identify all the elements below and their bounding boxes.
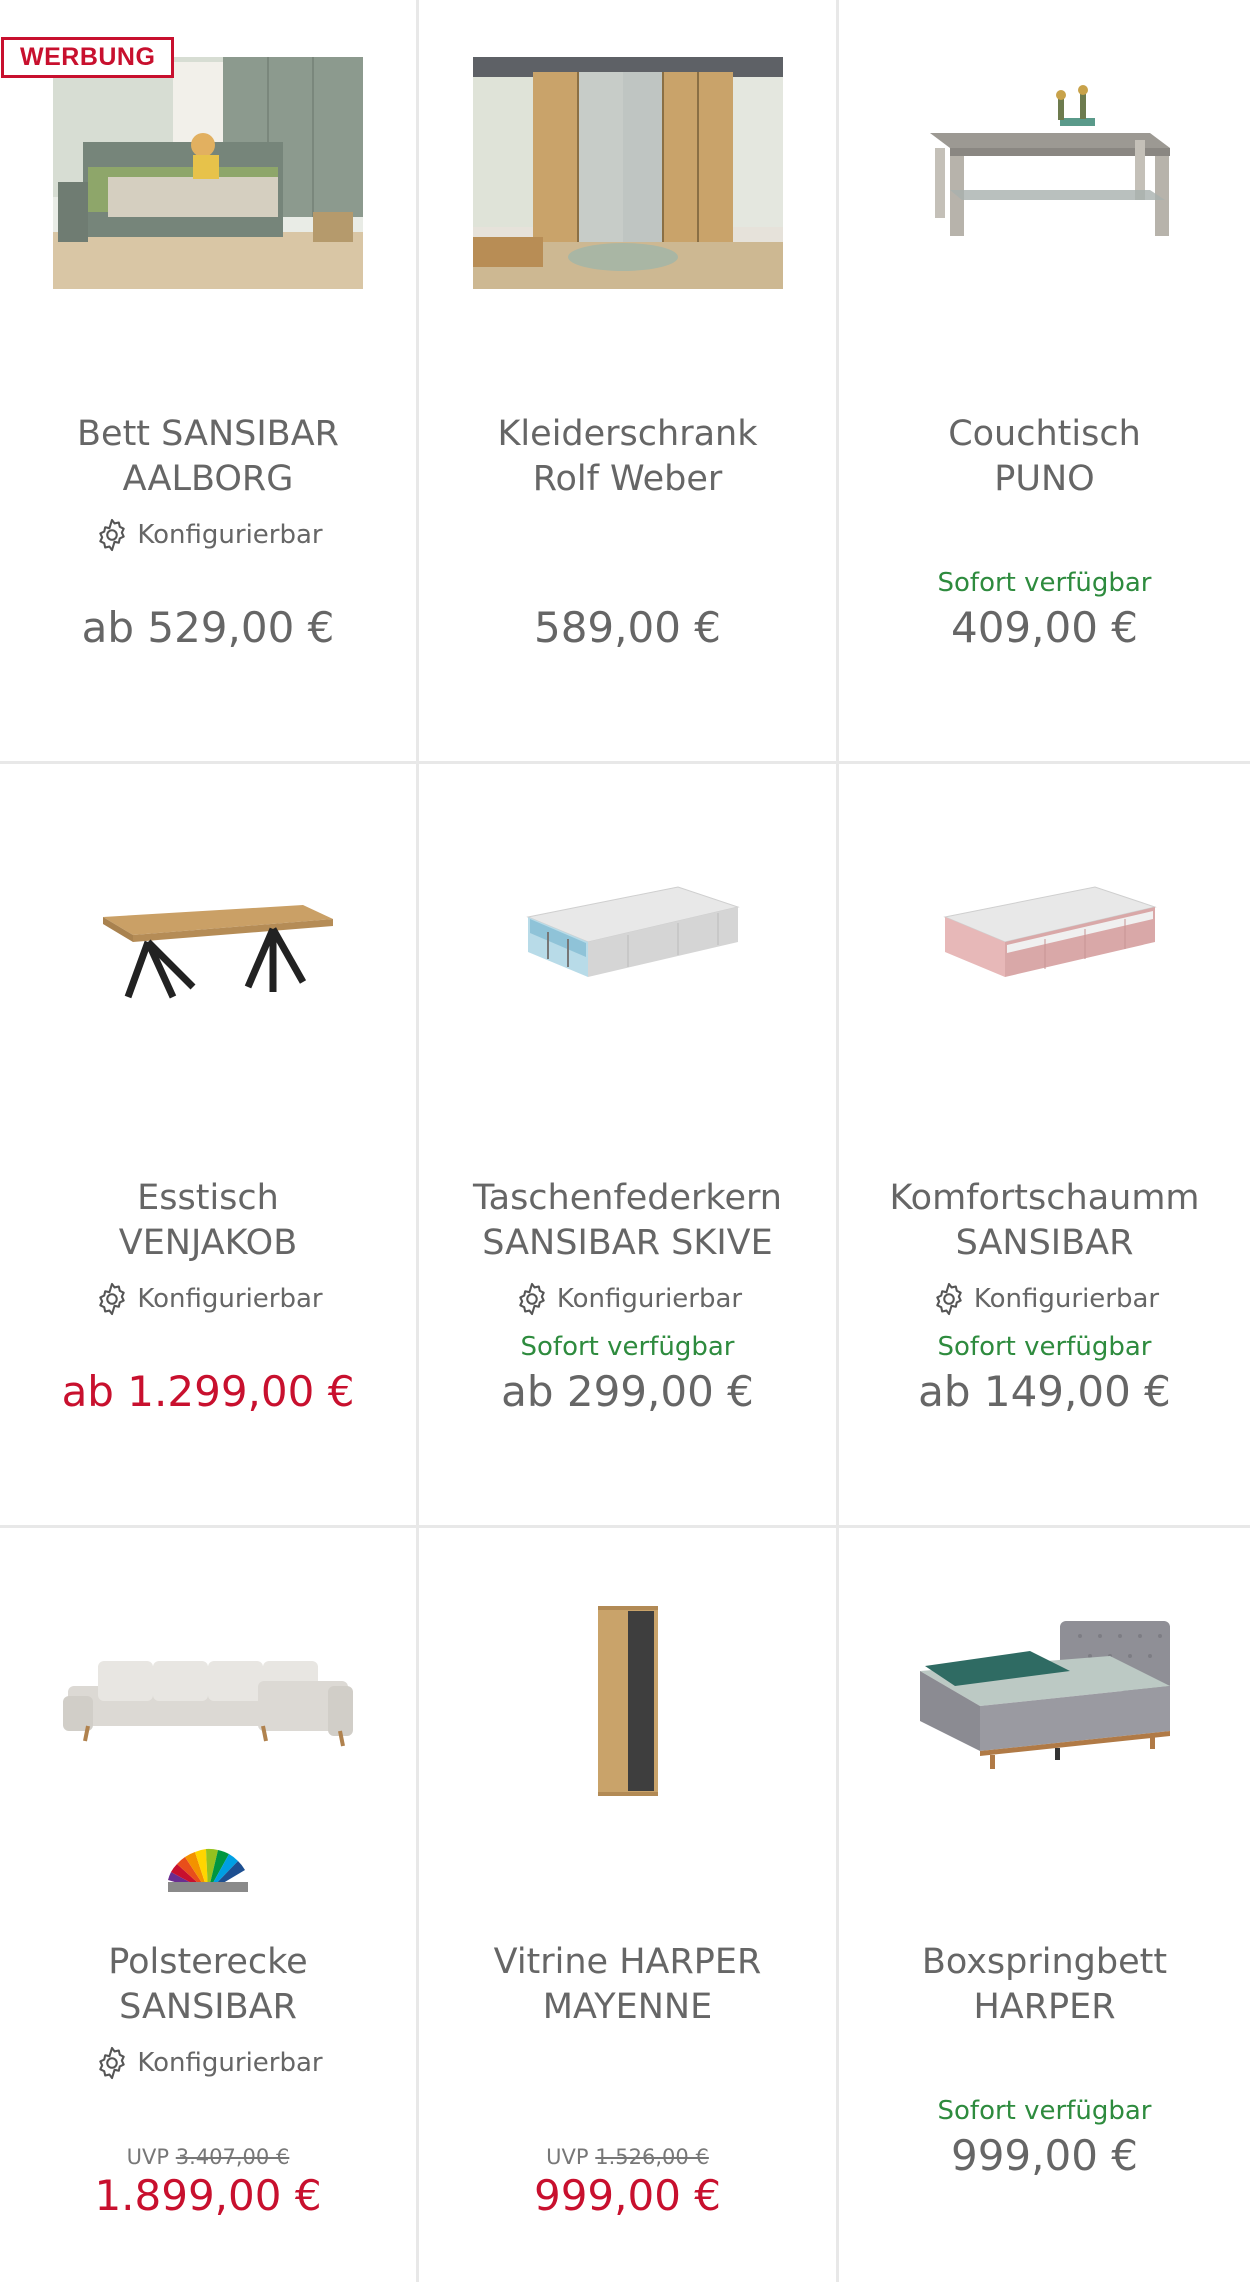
product-card-couchtisch[interactable]: Couchtisch PUNO Sofort verfügbar 409,00 … xyxy=(839,0,1250,764)
availability-label: Sofort verfügbar xyxy=(520,1332,735,1362)
coffee-table-photo xyxy=(929,85,1170,236)
configurable-text: Konfigurierbar xyxy=(137,2048,323,2078)
vitrine-photo xyxy=(597,1606,658,1796)
pocket-spring-mattress-photo xyxy=(525,886,740,977)
uvp-value: 3.407,00 € xyxy=(175,2145,290,2169)
configurable-text: Konfigurierbar xyxy=(137,520,323,550)
product-image[interactable] xyxy=(839,812,1250,1062)
product-card-vitrine[interactable]: Vitrine HARPER MAYENNE UVP 1.526,00 € 99… xyxy=(419,1528,839,2282)
product-image[interactable] xyxy=(839,48,1250,298)
product-price: ab 299,00 € xyxy=(501,1367,754,1416)
bed-photo xyxy=(53,57,363,289)
product-title[interactable]: Esstisch VENJAKOB xyxy=(0,1176,416,1266)
product-title[interactable]: Bett SANSIBAR AALBORG xyxy=(0,412,416,502)
product-image[interactable] xyxy=(419,1576,836,1826)
configurable-label: Konfigurierbar xyxy=(0,516,416,554)
product-card-komfortschaum[interactable]: Komfortschaumm SANSIBAR Konfigurierbar S… xyxy=(839,764,1250,1528)
configurable-label: Konfigurierbar xyxy=(0,2044,416,2082)
product-title[interactable]: Taschenfederkern SANSIBAR SKIVE xyxy=(419,1176,836,1266)
availability-label: Sofort verfügbar xyxy=(937,568,1152,598)
product-image[interactable] xyxy=(0,812,416,1062)
product-image[interactable] xyxy=(0,48,416,298)
dining-table-photo xyxy=(103,905,333,999)
product-image[interactable] xyxy=(0,1576,416,1826)
uvp-price: UVP 1.526,00 € xyxy=(419,2145,836,2169)
product-title[interactable]: Couchtisch PUNO xyxy=(839,412,1250,502)
wardrobe-photo xyxy=(472,57,783,289)
product-price: 999,00 € xyxy=(533,2171,722,2220)
product-card-boxspringbett[interactable]: Boxspringbett HARPER Sofort verfügbar 99… xyxy=(839,1528,1250,2282)
foam-mattress-photo xyxy=(942,886,1157,977)
color-fan-icon xyxy=(0,1844,416,1896)
product-price: 589,00 € xyxy=(533,603,722,652)
product-price: ab 149,00 € xyxy=(918,1367,1171,1416)
product-title[interactable]: Boxspringbett HARPER xyxy=(839,1940,1250,2030)
corner-sofa-photo xyxy=(63,1661,353,1747)
product-title[interactable]: Komfortschaumm SANSIBAR xyxy=(839,1176,1250,1266)
product-image[interactable] xyxy=(419,48,836,298)
configurable-text: Konfigurierbar xyxy=(973,1284,1160,1314)
product-price: 409,00 € xyxy=(950,603,1139,652)
configurable-text: Konfigurierbar xyxy=(137,1284,323,1314)
product-card-esstisch[interactable]: Esstisch VENJAKOB Konfigurierbar ab 1.29… xyxy=(0,764,419,1528)
product-card-polsterecke[interactable]: Polsterecke SANSIBAR Konfigurierbar UVP … xyxy=(0,1528,419,2282)
product-card-kleiderschrank[interactable]: Kleiderschrank Rolf Weber 589,00 € xyxy=(419,0,839,764)
boxspring-bed-photo xyxy=(919,1621,1170,1769)
product-card-taschenfederkern[interactable]: Taschenfederkern SANSIBAR SKIVE Konfigur… xyxy=(419,764,839,1528)
gear-icon xyxy=(99,518,126,552)
uvp-price: UVP 3.407,00 € xyxy=(0,2145,416,2169)
product-title[interactable]: Kleiderschrank Rolf Weber xyxy=(419,412,836,502)
product-price: 999,00 € xyxy=(950,2131,1139,2180)
configurable-label: Konfigurierbar xyxy=(0,1280,416,1318)
configurable-label: Konfigurierbar xyxy=(419,1280,836,1318)
gear-icon xyxy=(99,1282,126,1316)
product-title[interactable]: Vitrine HARPER MAYENNE xyxy=(419,1940,836,2030)
product-title[interactable]: Polsterecke SANSIBAR xyxy=(0,1940,416,2030)
product-card-bett-sansibar[interactable]: WERBUNG Bett SANSIBAR AALBORG Konfigurie… xyxy=(0,0,419,764)
uvp-value: 1.526,00 € xyxy=(595,2145,709,2169)
ad-badge: WERBUNG xyxy=(1,37,175,78)
gear-icon xyxy=(519,1282,545,1316)
product-price: 1.899,00 € xyxy=(94,2171,322,2220)
product-price: ab 1.299,00 € xyxy=(61,1367,355,1416)
product-image[interactable] xyxy=(419,812,836,1062)
gear-icon xyxy=(936,1282,962,1316)
gear-icon xyxy=(99,2046,126,2080)
product-price: ab 529,00 € xyxy=(81,603,335,652)
product-image[interactable] xyxy=(839,1576,1250,1826)
configurable-text: Konfigurierbar xyxy=(556,1284,743,1314)
configurable-label: Konfigurierbar xyxy=(839,1280,1250,1318)
availability-label: Sofort verfügbar xyxy=(937,2096,1152,2126)
product-grid: WERBUNG Bett SANSIBAR AALBORG Konfigurie… xyxy=(0,0,1250,2282)
availability-label: Sofort verfügbar xyxy=(937,1332,1152,1362)
uvp-label: UVP xyxy=(546,2145,589,2169)
uvp-label: UVP xyxy=(126,2145,170,2169)
